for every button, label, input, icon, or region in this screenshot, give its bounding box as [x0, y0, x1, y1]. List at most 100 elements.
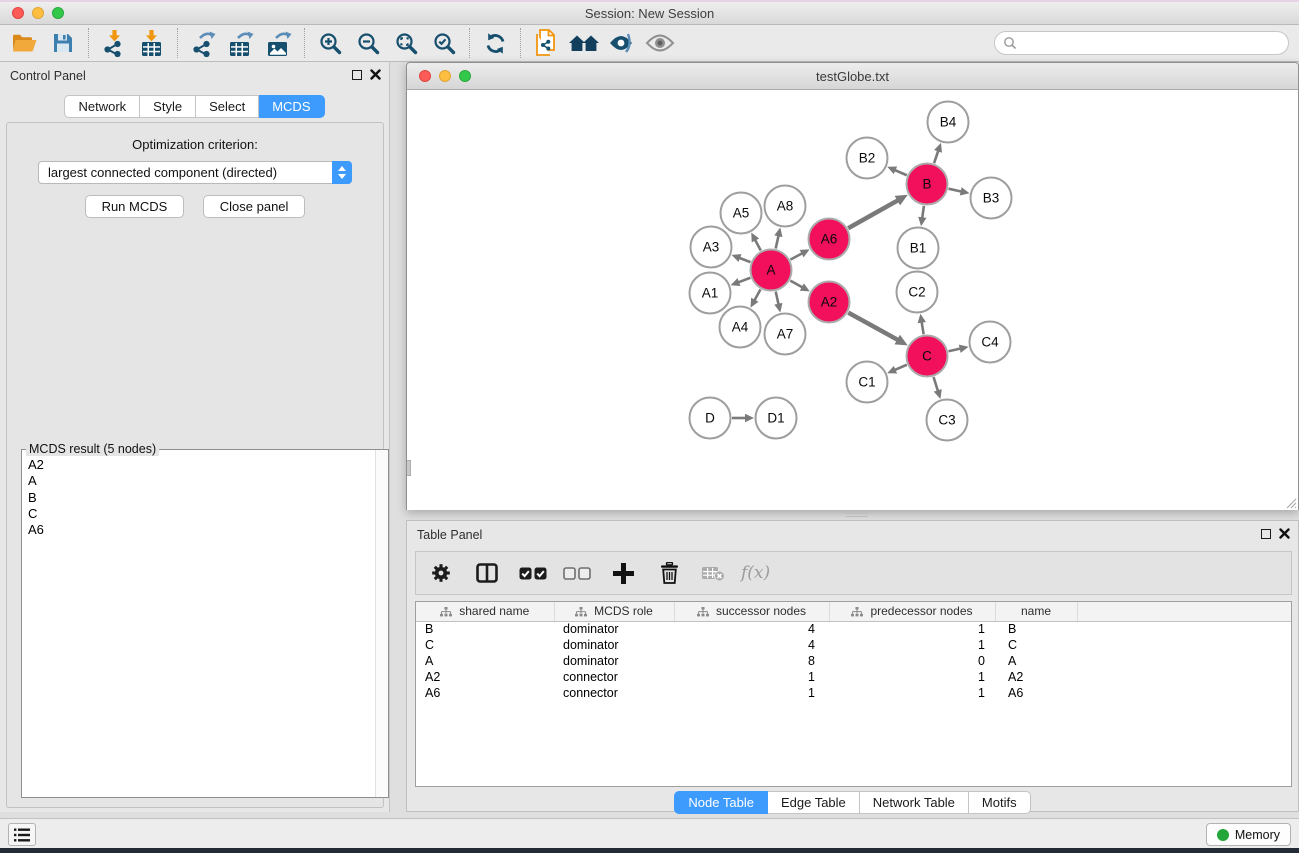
graph-edge-A-A8[interactable] — [776, 235, 779, 248]
tab-edge-table[interactable]: Edge Table — [768, 791, 860, 814]
graph-edge-B-B3[interactable] — [948, 189, 961, 192]
graph-edge-A2-C[interactable] — [848, 313, 898, 340]
resize-grip-icon[interactable] — [1283, 495, 1297, 509]
graph-edge-A-A7[interactable] — [776, 291, 779, 304]
toolbar-search-field[interactable] — [994, 31, 1289, 55]
add-column-icon[interactable] — [604, 555, 642, 591]
table-row[interactable]: A6 connector 1 1 A6 — [416, 685, 1292, 701]
home-icon[interactable] — [565, 28, 603, 58]
trash-icon[interactable] — [650, 555, 688, 591]
graph-node-label: B4 — [940, 115, 957, 130]
duplicate-network-icon[interactable] — [527, 28, 565, 58]
criterion-select[interactable]: largest connected component (directed) — [38, 161, 352, 184]
deselect-all-checkboxes-icon[interactable] — [558, 555, 596, 591]
column-header-predecessor-nodes[interactable]: predecessor nodes — [829, 602, 995, 621]
tab-network-table[interactable]: Network Table — [860, 791, 969, 814]
export-image-icon[interactable] — [260, 28, 298, 58]
list-item[interactable]: A2 — [28, 457, 375, 473]
mcds-result-groupbox: MCDS result (5 nodes) A2 A B C A6 — [21, 449, 389, 798]
graph-edge-A-A6[interactable] — [790, 253, 802, 259]
zoom-selected-icon[interactable] — [425, 28, 463, 58]
graph-edge-arrowhead — [960, 187, 970, 195]
column-tree-icon — [440, 607, 452, 617]
import-network-icon[interactable] — [95, 28, 133, 58]
table-panel-tabset: Node Table Edge Table Network Table Moti… — [674, 791, 1030, 814]
graph-node-label: A5 — [733, 206, 750, 221]
eye-icon[interactable] — [641, 28, 679, 58]
select-all-checkboxes-icon[interactable] — [514, 555, 552, 591]
close-panel-icon[interactable] — [370, 69, 381, 80]
run-mcds-button[interactable]: Run MCDS — [85, 195, 185, 218]
zoom-in-icon[interactable] — [311, 28, 349, 58]
graph-node-label: B1 — [910, 241, 927, 256]
open-folder-icon[interactable] — [6, 28, 44, 58]
tab-network[interactable]: Network — [64, 95, 140, 118]
search-input[interactable] — [1017, 36, 1288, 50]
export-table-icon[interactable] — [222, 28, 260, 58]
import-table-icon[interactable] — [133, 28, 171, 58]
tab-motifs[interactable]: Motifs — [969, 791, 1031, 814]
graph-edge-A6-B[interactable] — [848, 200, 898, 228]
graph-edge-C-C3[interactable] — [934, 377, 938, 391]
splitter-handle[interactable] — [846, 513, 868, 517]
task-history-button[interactable] — [8, 823, 36, 846]
network-window-titlebar[interactable]: testGlobe.txt — [407, 63, 1298, 90]
network-canvas[interactable]: B4B2BB3A8A5A6B1A3AA1C2A2A4A7CC4C1C3DD1 — [407, 90, 1298, 510]
table-panel: Table Panel — [406, 520, 1299, 812]
refresh-icon[interactable] — [476, 28, 514, 58]
close-panel-button[interactable]: Close panel — [203, 195, 306, 218]
graph-edge-C-C2[interactable] — [922, 322, 924, 335]
table-row[interactable]: C dominator 4 1 C — [416, 637, 1292, 653]
memory-button[interactable]: Memory — [1206, 823, 1291, 846]
table-row[interactable]: B dominator 4 1 B — [416, 621, 1292, 637]
graph-edge-C-C4[interactable] — [948, 349, 960, 352]
list-item[interactable]: A — [28, 473, 375, 489]
column-header-successor-nodes[interactable]: successor nodes — [674, 602, 829, 621]
float-panel-icon[interactable] — [1261, 529, 1271, 539]
column-header-name[interactable]: name — [995, 602, 1077, 621]
tab-style[interactable]: Style — [140, 95, 196, 118]
column-header-shared-name[interactable]: shared name — [416, 602, 554, 621]
memory-label: Memory — [1235, 828, 1280, 842]
graph-edge-B-B1[interactable] — [922, 206, 924, 219]
graph-edge-A-A1[interactable] — [738, 278, 750, 283]
table-row[interactable]: A2 connector 1 1 A2 — [416, 669, 1292, 685]
list-item[interactable]: B — [28, 490, 375, 506]
tab-mcds[interactable]: MCDS — [259, 95, 324, 118]
column-header-mcds-role[interactable]: MCDS role — [554, 602, 674, 621]
list-item[interactable]: C — [28, 506, 375, 522]
function-builder-icon[interactable]: f(x) — [736, 555, 775, 591]
export-network-icon[interactable] — [184, 28, 222, 58]
zoom-out-icon[interactable] — [349, 28, 387, 58]
list-item[interactable]: A6 — [28, 522, 375, 538]
panel-collapse-handle[interactable] — [407, 460, 411, 476]
split-view-icon[interactable] — [468, 555, 506, 591]
graph-edge-C-C1[interactable] — [895, 365, 907, 370]
delete-table-icon[interactable] — [694, 555, 732, 591]
graph-edge-A-A4[interactable] — [754, 289, 760, 300]
graph-edge-A-A3[interactable] — [739, 258, 750, 262]
select-stepper-icon — [332, 161, 352, 184]
horizontal-splitter[interactable] — [406, 510, 1299, 520]
table-row[interactable]: A dominator 8 0 A — [416, 653, 1292, 669]
column-header-empty — [1077, 602, 1292, 621]
graph-edge-A-A2[interactable] — [790, 281, 802, 288]
float-panel-icon[interactable] — [352, 70, 362, 80]
tab-node-table[interactable]: Node Table — [674, 791, 768, 814]
optimization-criterion-label: Optimization criterion: — [7, 137, 383, 152]
toolbar-separator — [177, 28, 178, 58]
eye-slash-icon[interactable] — [603, 28, 641, 58]
search-icon — [1003, 36, 1017, 50]
save-icon[interactable] — [44, 28, 82, 58]
table-toolbar: f(x) — [415, 551, 1292, 595]
close-panel-icon[interactable] — [1279, 528, 1290, 539]
gear-icon[interactable] — [422, 555, 460, 591]
zoom-fit-icon[interactable] — [387, 28, 425, 58]
graph-edge-B-B4[interactable] — [934, 150, 938, 163]
criterion-selected-value: largest connected component (directed) — [39, 165, 332, 180]
graph-edge-B-B2[interactable] — [895, 170, 907, 175]
tab-select[interactable]: Select — [196, 95, 259, 118]
result-list-scrollbar[interactable] — [375, 450, 388, 797]
graph-edge-A-A5[interactable] — [755, 240, 761, 251]
network-graph[interactable]: B4B2BB3A8A5A6B1A3AA1C2A2A4A7CC4C1C3DD1 — [407, 90, 1298, 509]
